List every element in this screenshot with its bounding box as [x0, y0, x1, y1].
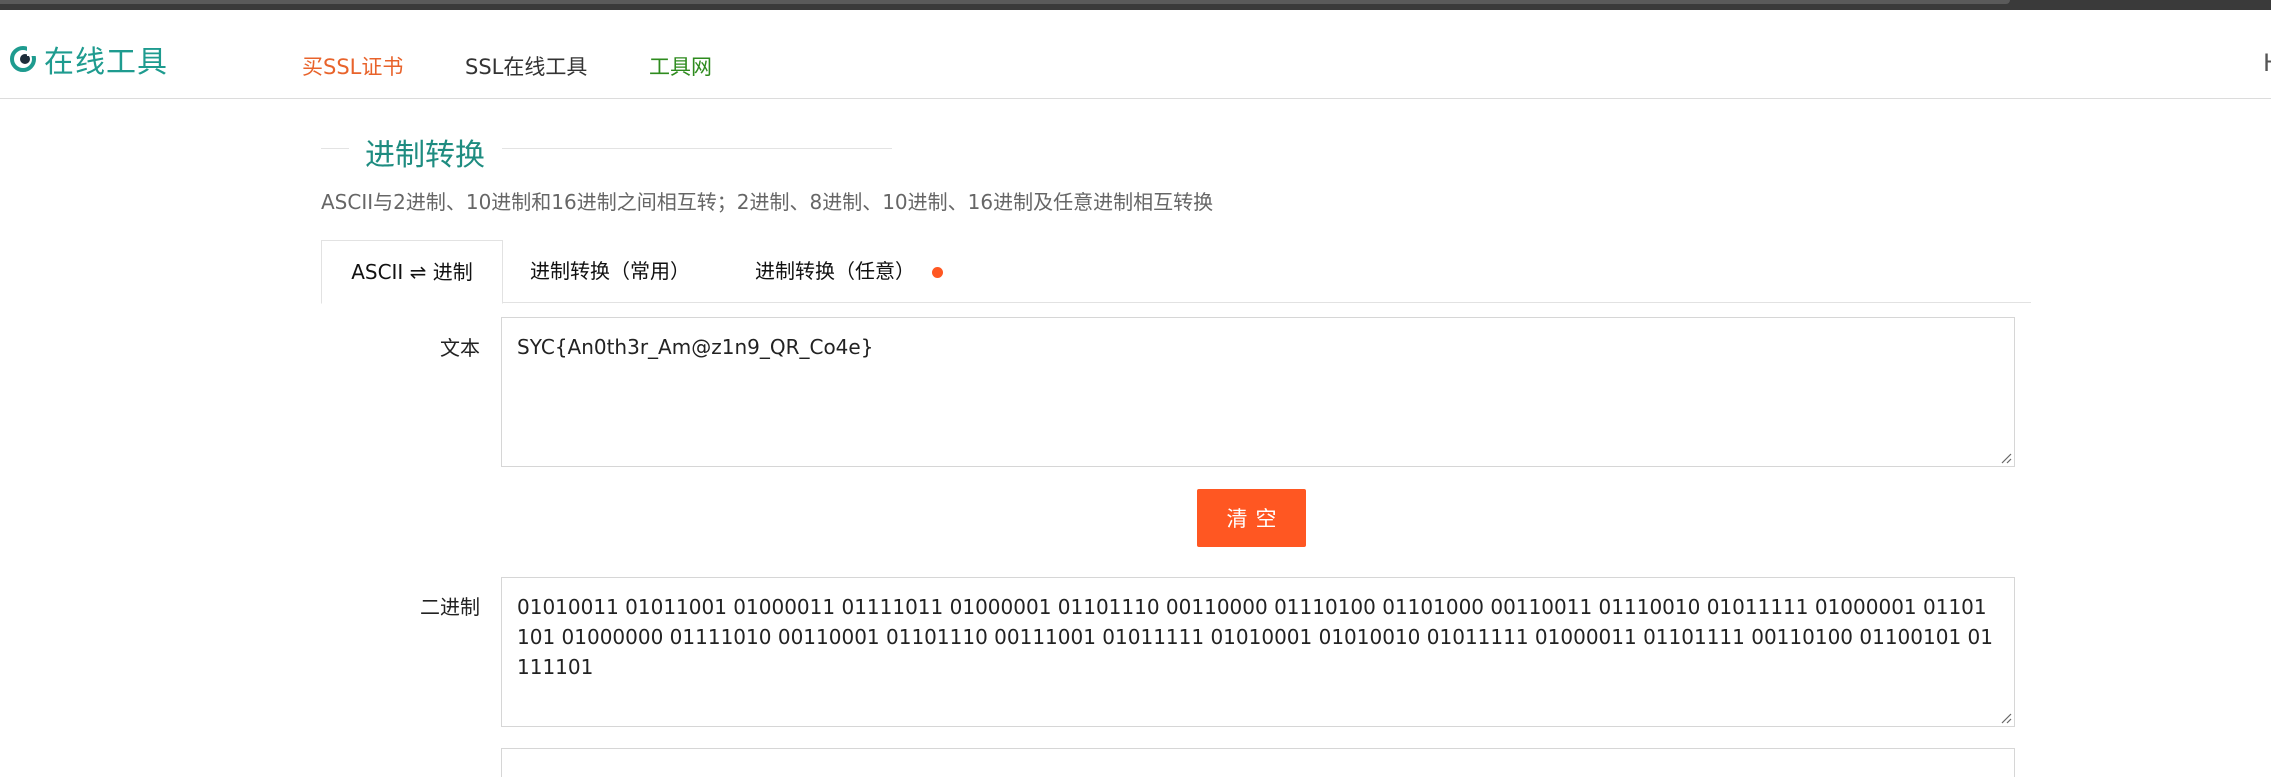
- eye-logo-icon: [10, 46, 36, 72]
- logo-text: 在线工具: [44, 45, 168, 80]
- binary-input-value: 01010011 01011001 01000011 01111011 0100…: [517, 595, 1993, 679]
- resize-grip-icon[interactable]: [2000, 452, 2012, 464]
- text-field-label: 文本: [440, 336, 480, 360]
- next-field-edge[interactable]: [501, 748, 2015, 777]
- title-divider-left: [321, 148, 349, 149]
- page-subtitle: ASCII与2进制、10进制和16进制之间相互转；2进制、8进制、10进制、16…: [321, 190, 1214, 214]
- text-input-value: SYC{An0th3r_Am@z1n9_QR_Co4e}: [517, 335, 874, 359]
- tab-common-convert[interactable]: 进制转换（常用）: [530, 240, 690, 303]
- page-title: 进制转换: [365, 138, 485, 173]
- tab-ascii-convert[interactable]: ASCII ⇌ 进制: [321, 240, 503, 304]
- browser-top-bar: [0, 0, 2271, 10]
- nav-link-tools-net[interactable]: 工具网: [649, 51, 712, 81]
- nav-link-buy-ssl[interactable]: 买SSL证书: [302, 51, 403, 81]
- title-divider-right: [502, 148, 892, 149]
- browser-top-bar-edge: [0, 0, 2010, 4]
- binary-input[interactable]: 01010011 01011001 01000011 01111011 0100…: [501, 577, 2015, 727]
- site-logo[interactable]: 在线工具: [10, 39, 168, 80]
- header-right-cut-text[interactable]: H: [2263, 49, 2271, 77]
- tab-bar: ASCII ⇌ 进制 进制转换（常用） 进制转换（任意）: [321, 240, 2031, 304]
- notification-dot-icon: [932, 267, 943, 278]
- tab-any-convert[interactable]: 进制转换（任意）: [755, 240, 915, 303]
- text-input[interactable]: SYC{An0th3r_Am@z1n9_QR_Co4e}: [501, 317, 2015, 467]
- clear-button[interactable]: 清空: [1197, 489, 1306, 547]
- site-header: 在线工具 买SSL证书 SSL在线工具 工具网 H: [0, 10, 2271, 99]
- resize-grip-icon[interactable]: [2000, 712, 2012, 724]
- nav-link-ssl-tools[interactable]: SSL在线工具: [465, 51, 587, 81]
- binary-field-label: 二进制: [420, 595, 480, 619]
- section-title-block: 进制转换: [321, 128, 892, 173]
